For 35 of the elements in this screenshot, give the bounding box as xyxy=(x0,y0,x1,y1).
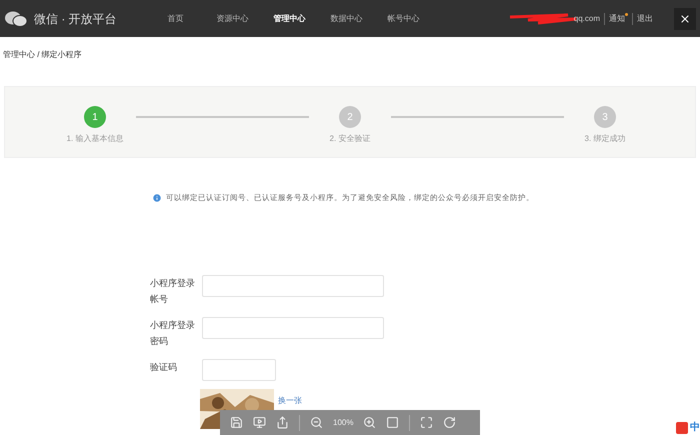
step-label: 2. 安全验证 xyxy=(330,133,370,145)
breadcrumb: 管理中心 / 绑定小程序 xyxy=(2,49,83,61)
nav-link[interactable]: 数据中心 xyxy=(318,12,375,24)
ime-mode[interactable]: 中 xyxy=(690,420,700,435)
nav-link[interactable]: 首页 xyxy=(147,12,204,24)
ime-logo-icon[interactable] xyxy=(676,422,688,434)
input-field[interactable] xyxy=(202,359,276,382)
input-field[interactable] xyxy=(202,275,384,298)
zoom-in-icon[interactable] xyxy=(363,416,376,429)
save-icon[interactable] xyxy=(230,416,243,429)
share-icon[interactable] xyxy=(276,416,289,429)
field-label: 验证码 xyxy=(150,361,178,374)
fit-window-icon[interactable] xyxy=(420,416,434,429)
close-button[interactable] xyxy=(674,8,696,30)
slideshow-icon[interactable] xyxy=(253,416,266,429)
close-icon xyxy=(679,12,691,24)
nav-link[interactable]: 帐号中心 xyxy=(375,12,432,24)
input-field[interactable] xyxy=(202,317,384,340)
zoom-level: 100% xyxy=(333,416,354,428)
field-label: 小程序登录帐号 xyxy=(150,277,196,306)
rotate-icon[interactable] xyxy=(443,416,456,429)
info-icon xyxy=(152,192,162,203)
chat-bubbles-icon xyxy=(4,10,28,28)
actual-size-icon[interactable] xyxy=(386,416,400,429)
step-label: 1. 输入基本信息 xyxy=(66,133,124,145)
platform-logo: 微信 · 开放平台 xyxy=(34,10,118,28)
header-link[interactable]: 退出 xyxy=(637,12,653,24)
nav-link[interactable]: 管理中心 xyxy=(261,12,318,24)
refresh-captcha-link[interactable]: 换一张 xyxy=(278,395,302,408)
header-link[interactable]: 通知 xyxy=(609,12,625,24)
field-label: 小程序登录密码 xyxy=(150,319,196,348)
step-label: 3. 绑定成功 xyxy=(584,133,626,145)
account-email: qq.com xyxy=(574,12,600,24)
zoom-out-icon[interactable] xyxy=(310,416,323,429)
nav-link[interactable]: 资源中心 xyxy=(204,12,261,24)
